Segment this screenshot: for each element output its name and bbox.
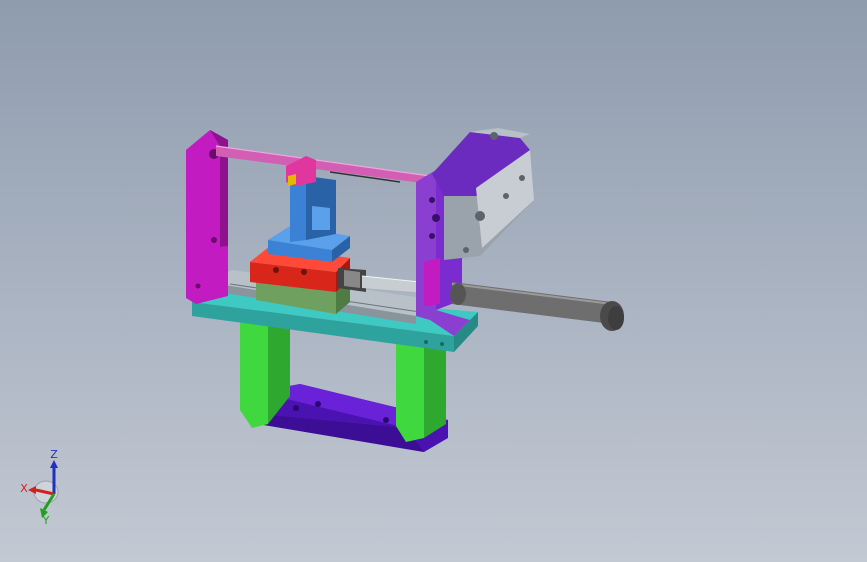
z-axis-arrow [50,460,58,468]
z-axis-label: Z [50,448,58,461]
orientation-triad[interactable]: Z X Y [14,446,84,526]
x-axis-label: X [20,482,28,495]
y-axis-label: Y [42,514,50,526]
piston-coupling[interactable] [338,268,366,292]
blue-bracket-upright[interactable] [290,176,336,242]
support-leg-right[interactable] [396,336,446,442]
cad-viewport[interactable]: Z X Y [0,0,867,562]
assembly-model[interactable] [0,0,867,562]
x-axis-arrow [28,486,36,494]
stepper-motor[interactable] [432,128,534,260]
